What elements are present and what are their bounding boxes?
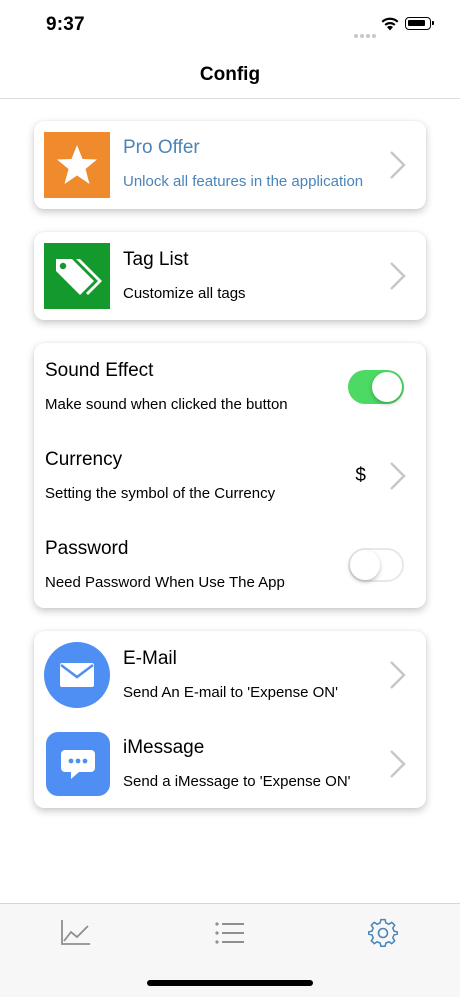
chevron-right-icon [390, 151, 406, 179]
home-indicator [147, 980, 313, 986]
list-icon[interactable] [210, 916, 250, 950]
toggle-knob [350, 550, 380, 580]
contact-card: E-Mail Send An E-mail to 'Expense ON' iM… [34, 631, 426, 808]
pro-offer-card[interactable]: Pro Offer Unlock all features in the app… [34, 121, 426, 209]
pro-offer-title: Pro Offer [123, 137, 200, 158]
status-time: 9:37 [46, 14, 85, 35]
imessage-subtitle: Send a iMessage to 'Expense ON' [123, 773, 351, 790]
nav-bar: Config [0, 50, 460, 99]
tag-list-card[interactable]: Tag List Customize all tags [34, 232, 426, 320]
tag-list-tile [44, 243, 110, 309]
currency-row[interactable]: Currency Setting the symbol of the Curre… [34, 432, 426, 520]
tag-list-title: Tag List [123, 249, 189, 270]
chart-line-icon[interactable] [56, 916, 96, 950]
currency-subtitle: Setting the symbol of the Currency [45, 485, 276, 502]
status-bar: 9:37 [0, 0, 460, 50]
sound-effect-toggle[interactable] [348, 370, 404, 404]
imessage-tile [46, 732, 110, 796]
tag-icon [56, 259, 102, 295]
speech-bubble-icon [61, 750, 95, 779]
currency-title: Currency [45, 449, 123, 470]
sound-effect-title: Sound Effect [45, 360, 154, 381]
envelope-icon [60, 663, 94, 687]
sound-effect-row: Sound Effect Make sound when clicked the… [34, 343, 426, 431]
page-title: Config [199, 64, 261, 85]
imessage-title: iMessage [123, 737, 205, 758]
imessage-row[interactable]: iMessage Send a iMessage to 'Expense ON' [34, 720, 426, 808]
star-icon [57, 145, 97, 184]
password-subtitle: Need Password When Use The App [45, 574, 285, 591]
toggle-knob [372, 372, 402, 402]
email-title: E-Mail [123, 648, 177, 669]
chevron-right-icon [390, 262, 406, 290]
password-row: Password Need Password When Use The App [34, 521, 426, 609]
pro-offer-subtitle: Unlock all features in the application [123, 173, 364, 190]
password-toggle[interactable] [348, 548, 404, 582]
tag-list-subtitle: Customize all tags [123, 285, 246, 302]
chevron-right-icon [390, 750, 406, 778]
email-subtitle: Send An E-mail to 'Expense ON' [123, 684, 339, 701]
currency-value: $ [355, 465, 366, 486]
gear-icon[interactable] [363, 916, 403, 950]
settings-card: Sound Effect Make sound when clicked the… [34, 343, 426, 608]
password-title: Password [45, 538, 129, 559]
sound-effect-subtitle: Make sound when clicked the button [45, 396, 288, 413]
chevron-right-icon [390, 462, 406, 490]
chevron-right-icon [390, 661, 406, 689]
pro-offer-tile [44, 132, 110, 198]
email-row[interactable]: E-Mail Send An E-mail to 'Expense ON' [34, 631, 426, 719]
cellular-signal-icon [354, 25, 378, 43]
battery-icon [405, 17, 434, 30]
wifi-icon [381, 17, 399, 31]
email-tile [44, 642, 110, 708]
